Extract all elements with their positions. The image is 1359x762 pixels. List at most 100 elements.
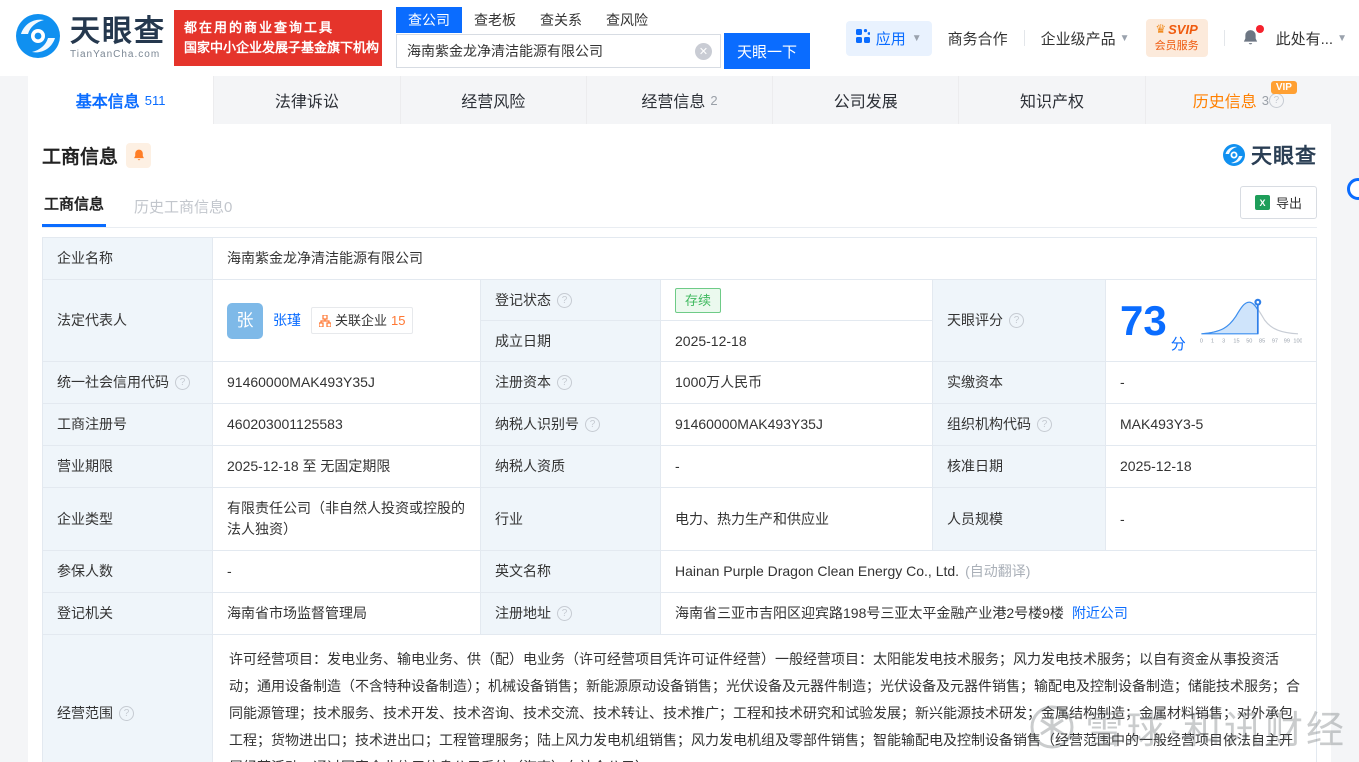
company-type-label: 企业类型 (43, 488, 213, 551)
svg-text:100: 100 (1293, 338, 1302, 344)
tab-count: 3 (1261, 92, 1269, 108)
chevron-down-icon: ▼ (911, 32, 922, 44)
svg-text:0: 0 (1200, 338, 1203, 344)
tab-operating-info[interactable]: 经营信息 2 (585, 76, 772, 124)
business-term-label: 营业期限 (43, 446, 213, 488)
label-text: 注册地址 (495, 605, 551, 621)
org-code-value: MAK493Y3-5 (1106, 404, 1317, 446)
reg-capital-label: 注册资本 (481, 362, 661, 404)
tab-company-development[interactable]: 公司发展 (772, 76, 958, 124)
address-cell: 海南省三亚市吉阳区迎宾路198号三亚太平金融产业港2号楼9楼 附近公司 (661, 593, 1317, 635)
monitor-bell-icon[interactable] (126, 142, 152, 168)
search-tab-risk[interactable]: 查风险 (594, 7, 660, 33)
vip-badge: VIP (1270, 81, 1297, 94)
tab-label: 公司发展 (833, 94, 898, 111)
business-term-value: 2025-12-18 至 无固定期限 (213, 446, 481, 488)
approval-date-label: 核准日期 (933, 446, 1106, 488)
search-button[interactable]: 天眼一下 (724, 33, 810, 69)
tianyancha-watermark-logo: 天眼查 (1222, 140, 1317, 170)
insured-value: - (213, 551, 481, 593)
taxpayer-id-label: 纳税人识别号 (481, 404, 661, 446)
company-name-label: 企业名称 (43, 238, 213, 280)
search-tab-relation[interactable]: 查关系 (528, 7, 594, 33)
tab-intellectual-property[interactable]: 知识产权 (958, 76, 1144, 124)
export-button[interactable]: 导出 (1239, 186, 1317, 219)
help-icon[interactable] (557, 375, 572, 390)
industry-value: 电力、热力生产和供应业 (661, 488, 933, 551)
brand-domain: TianYanCha.com (70, 48, 161, 60)
crown-icon: ♛ (1155, 22, 1167, 36)
label-text: 经营范围 (57, 705, 113, 721)
divider (1023, 30, 1025, 46)
nav-more-label: 此处有... (1275, 30, 1334, 48)
divider (1223, 30, 1225, 46)
nearby-companies-link[interactable]: 附近公司 (1072, 603, 1128, 624)
promo-banner-line1: 都在用的商业查询工具 (184, 20, 335, 35)
english-name-label: 英文名称 (481, 551, 661, 593)
tab-label: 经营风险 (461, 94, 526, 111)
search-clear-icon[interactable]: ✕ (695, 42, 712, 60)
english-name-value: Hainan Purple Dragon Clean Energy Co., L… (675, 563, 960, 579)
tab-basic-info[interactable]: 基本信息 511 (28, 76, 214, 124)
legal-rep-link[interactable]: 张瑾 (273, 310, 301, 331)
company-nav-tabs: 基本信息 511 法律诉讼 经营风险 经营信息 2 公司发展 知识产权 历史信息… (28, 76, 1331, 124)
avatar[interactable]: 张 (227, 302, 263, 339)
help-icon[interactable] (557, 606, 572, 621)
tab-label: 法律诉讼 (274, 94, 339, 111)
label-text: 天眼评分 (947, 312, 1003, 328)
svg-text:1: 1 (1211, 338, 1214, 344)
score-cell: 73 分 0 1 3 15 50 85 97 99 100 (1106, 280, 1317, 362)
related-company-label: 关联企业 (335, 313, 388, 328)
svg-text:15: 15 (1233, 338, 1239, 344)
subtab-business-info[interactable]: 工商信息 (42, 193, 107, 227)
search-tab-boss[interactable]: 查老板 (462, 7, 528, 33)
nav-more-dropdown[interactable]: 此处有... ▼ (1276, 28, 1347, 49)
apps-grid-icon (855, 29, 871, 47)
est-date-value: 2025-12-18 (661, 321, 933, 362)
svg-text:97: 97 (1272, 338, 1278, 344)
est-date-label: 成立日期 (481, 321, 661, 362)
status-badge: 存续 (675, 287, 722, 313)
english-name-cell: Hainan Purple Dragon Clean Energy Co., L… (661, 551, 1317, 593)
help-icon[interactable] (1037, 417, 1052, 432)
page-body: 基本信息 511 法律诉讼 经营风险 经营信息 2 公司发展 知识产权 历史信息… (0, 76, 1359, 762)
promo-banner: 都在用的商业查询工具 国家中小企业发展子基金旗下机构 (174, 10, 382, 66)
apps-menu[interactable]: 应用 ▼ (845, 20, 932, 56)
help-icon[interactable] (1009, 313, 1024, 328)
help-icon[interactable] (175, 375, 190, 390)
chevron-down-icon: ▼ (1337, 32, 1347, 44)
org-code-label: 组织机构代码 (933, 404, 1106, 446)
nav-cooperation[interactable]: 商务合作 (948, 28, 1008, 49)
approval-date-value: 2025-12-18 (1106, 446, 1317, 488)
reg-authority-value: 海南省市场监督管理局 (213, 593, 481, 635)
label-text: 统一社会信用代码 (57, 374, 169, 390)
tab-label: 知识产权 (1020, 94, 1085, 111)
related-company-icon (319, 314, 331, 327)
notification-red-dot (1255, 25, 1264, 33)
tab-history-info[interactable]: 历史信息 3 VIP (1144, 76, 1331, 124)
reg-status-cell: 存续 (661, 280, 933, 321)
promo-banner-line2: 国家中小企业发展子基金旗下机构 (184, 40, 380, 55)
excel-icon (1254, 195, 1270, 210)
legal-rep-label: 法定代表人 (43, 280, 213, 362)
subtab-history-business-info[interactable]: 历史工商信息0 (132, 196, 234, 227)
help-icon[interactable] (119, 706, 134, 721)
related-company-badge[interactable]: 关联企业 15 (311, 307, 414, 334)
help-icon[interactable] (585, 417, 600, 432)
svip-member-button[interactable]: ♛ SVIP 会员服务 (1145, 19, 1208, 57)
nav-enterprise-label: 企业级产品 (1040, 30, 1116, 48)
search-tab-company[interactable]: 查公司 (396, 7, 462, 33)
paid-capital-value: - (1106, 362, 1317, 404)
tab-legal-proceedings[interactable]: 法律诉讼 (213, 76, 399, 124)
help-icon[interactable] (557, 292, 572, 308)
help-icon[interactable] (1268, 92, 1284, 108)
business-info-card: 工商信息 天眼查 工商信息 历史工商信息0 导出 (28, 124, 1331, 762)
industry-label: 行业 (481, 488, 661, 551)
label-text: 组织机构代码 (947, 416, 1031, 432)
tianyancha-logo-icon (14, 12, 62, 65)
nav-enterprise-products[interactable]: 企业级产品 ▼ (1041, 28, 1130, 49)
search-input[interactable] (396, 34, 721, 68)
tab-operating-risk[interactable]: 经营风险 (399, 76, 586, 124)
tianyancha-logo[interactable]: 天眼查 TianYanCha.com (14, 12, 166, 65)
notification-bell-icon[interactable] (1241, 25, 1264, 48)
